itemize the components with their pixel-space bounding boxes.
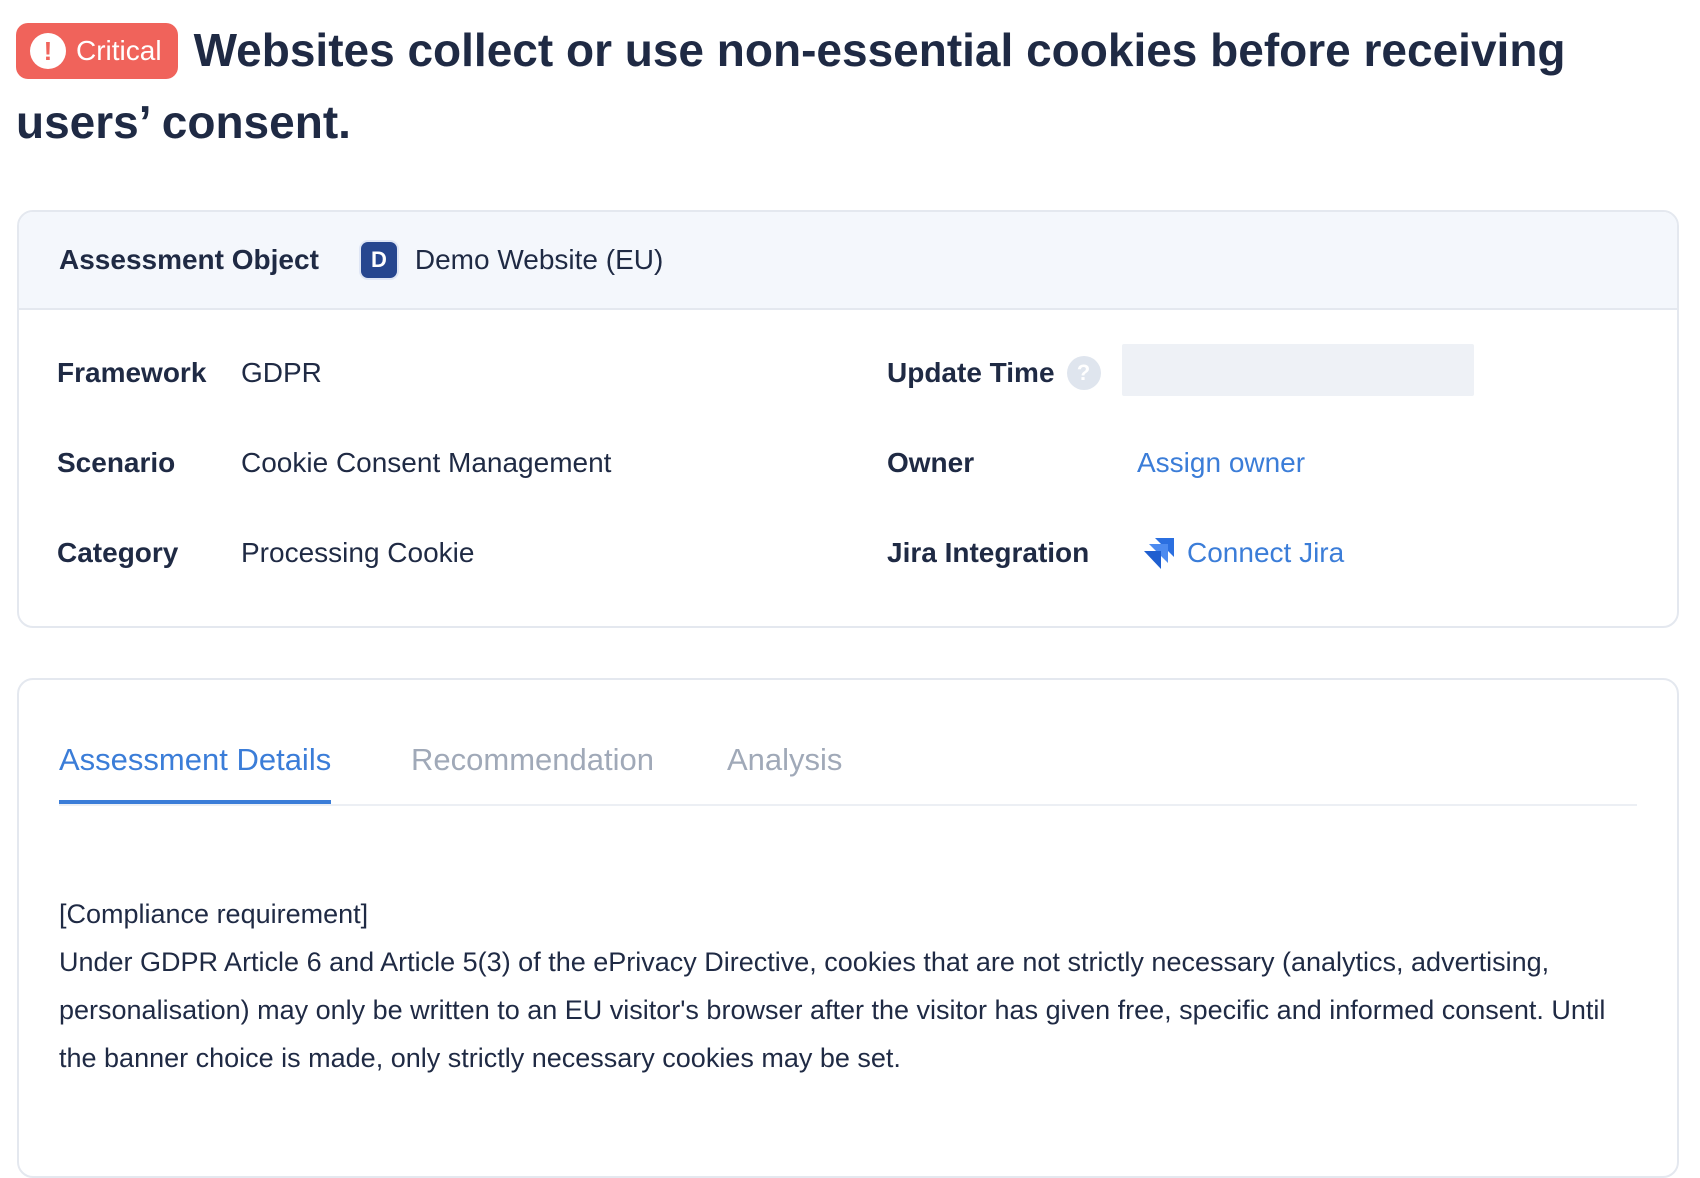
avatar: D (360, 242, 397, 278)
category-value-wrap: Processing Cookie (241, 528, 474, 578)
scenario-value-wrap: Cookie Consent Management (241, 438, 611, 488)
page-title: ! Critical Websites collect or use non-e… (16, 14, 1636, 158)
tab-recommendation[interactable]: Recommendation (411, 742, 654, 804)
owner-label: Owner (887, 447, 975, 478)
assessment-info-card: Assessment Object D Demo Website (EU) Fr… (17, 210, 1679, 628)
jira-label: Jira Integration (887, 537, 1090, 568)
assessment-object-label: Assessment Object (59, 244, 319, 275)
compliance-heading: [Compliance requirement] (59, 899, 369, 929)
category-label: Category (57, 537, 179, 568)
compliance-body: Under GDPR Article 6 and Article 5(3) of… (59, 947, 1606, 1073)
scenario-value: Cookie Consent Management (241, 447, 612, 478)
connect-jira-wrap[interactable]: Connect Jira (1141, 528, 1344, 578)
assessment-object-row: Assessment Object D Demo Website (EU) (19, 212, 1677, 310)
assign-owner-link[interactable]: Assign owner (1137, 447, 1305, 479)
tab-bar: Assessment Details Recommendation Analys… (59, 742, 1637, 806)
update-time-label: Update Time (887, 357, 1055, 388)
framework-field: Framework (57, 348, 206, 398)
severity-badge: ! Critical (16, 23, 178, 79)
category-value: Processing Cookie (241, 537, 475, 568)
framework-value-wrap: GDPR (241, 348, 322, 398)
framework-label: Framework (57, 357, 207, 388)
category-field: Category (57, 528, 178, 578)
update-time-field: Update Time ? (887, 348, 1101, 398)
assessment-details-content: [Compliance requirement] Under GDPR Arti… (59, 890, 1639, 1082)
assign-owner-wrap: Assign owner (1137, 438, 1305, 488)
framework-value: GDPR (241, 357, 322, 388)
jira-icon (1141, 535, 1177, 571)
connect-jira-link[interactable]: Connect Jira (1187, 537, 1344, 569)
help-icon[interactable]: ? (1066, 356, 1101, 390)
scenario-label: Scenario (57, 447, 176, 478)
issue-title: Websites collect or use non-essential co… (16, 24, 1566, 148)
update-time-value-placeholder (1122, 344, 1474, 396)
severity-label: Critical (76, 35, 162, 66)
details-card: Assessment Details Recommendation Analys… (17, 678, 1679, 1178)
scenario-field: Scenario (57, 438, 175, 488)
info-grid: Framework GDPR Scenario Cookie Consent M… (19, 310, 1677, 626)
assessment-object-value[interactable]: Demo Website (EU) (415, 244, 663, 276)
jira-field: Jira Integration (887, 528, 1089, 578)
tab-analysis[interactable]: Analysis (727, 742, 842, 804)
exclamation-circle-icon: ! (30, 33, 66, 69)
owner-field: Owner (887, 438, 974, 488)
tab-assessment-details[interactable]: Assessment Details (59, 742, 332, 804)
